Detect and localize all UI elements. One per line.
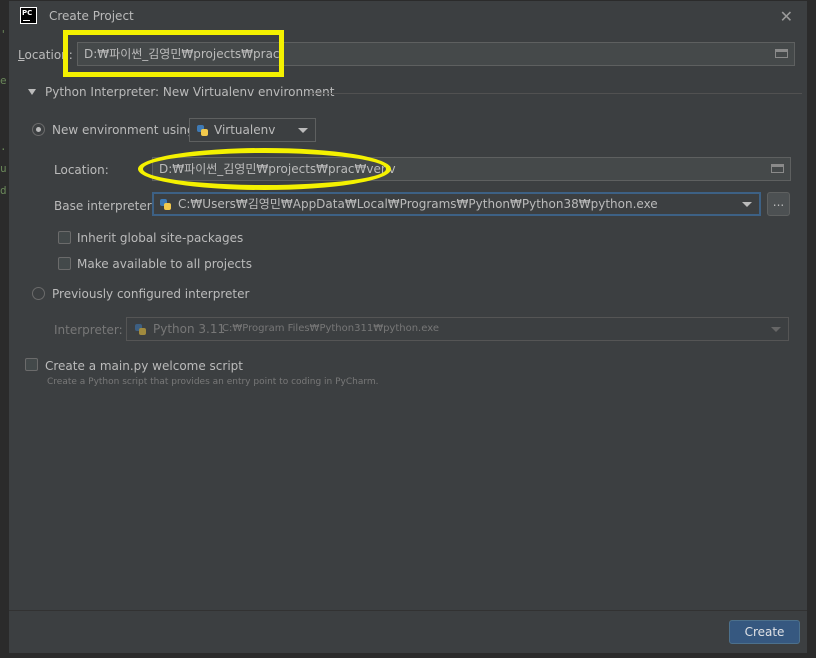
editor-char: . — [0, 140, 7, 153]
interpreter-combo[interactable]: Python 3.11 C:₩Program Files₩Python311₩p… — [126, 317, 789, 341]
make-available-label[interactable]: Make available to all projects — [77, 257, 252, 271]
interpreter-label: Interpreter: — [54, 323, 123, 337]
editor-char: u — [0, 162, 7, 175]
create-project-dialog: PC Create Project ✕ Location: D:₩파이썬_김영민… — [8, 0, 808, 654]
inherit-packages-checkbox[interactable] — [58, 231, 71, 244]
interpreter-section-header[interactable]: Python Interpreter: New Virtualenv envir… — [28, 84, 802, 102]
welcome-script-checkbox[interactable] — [25, 358, 38, 371]
create-button[interactable]: Create — [729, 620, 800, 644]
environment-tool-value: Virtualenv — [214, 123, 276, 137]
welcome-script-label[interactable]: Create a main.py welcome script — [45, 359, 243, 373]
interpreter-section-title: Python Interpreter: New Virtualenv envir… — [45, 85, 335, 99]
environment-tool-combo[interactable]: Virtualenv — [189, 118, 316, 142]
caret-down-icon — [742, 202, 752, 207]
base-interpreter-label: Base interpreter: — [54, 199, 156, 213]
browse-interpreter-button[interactable]: ... — [767, 192, 790, 216]
dialog-title: Create Project — [49, 9, 134, 23]
title-bar: PC Create Project ✕ — [9, 1, 807, 31]
python-icon — [159, 198, 172, 211]
editor-char: d — [0, 184, 7, 197]
close-icon[interactable]: ✕ — [780, 7, 793, 26]
caret-down-icon — [298, 128, 308, 133]
base-interpreter-value: C:₩Users₩김영민₩AppData₩Local₩Programs₩Pyth… — [178, 197, 658, 211]
footer-divider — [9, 610, 807, 611]
inherit-packages-label[interactable]: Inherit global site-packages — [77, 231, 243, 245]
welcome-script-hint: Create a Python script that provides an … — [47, 377, 379, 387]
python-icon — [134, 323, 147, 336]
venv-location-label: Location: — [54, 163, 109, 177]
section-divider — [310, 93, 802, 94]
highlight-ellipse — [138, 148, 391, 190]
base-interpreter-combo[interactable]: C:₩Users₩김영민₩AppData₩Local₩Programs₩Pyth… — [152, 192, 761, 216]
interpreter-path: C:₩Program Files₩Python311₩python.exe — [222, 323, 439, 334]
highlight-rectangle — [63, 30, 284, 77]
previous-interpreter-label[interactable]: Previously configured interpreter — [52, 287, 249, 301]
collapse-triangle-icon[interactable] — [28, 89, 36, 95]
editor-char: ' — [0, 28, 7, 41]
interpreter-name: Python 3.11 — [153, 322, 226, 336]
editor-char: e — [0, 74, 7, 87]
folder-icon[interactable] — [775, 49, 788, 58]
python-icon — [196, 124, 209, 137]
new-environment-label[interactable]: New environment using — [52, 123, 195, 137]
folder-icon[interactable] — [771, 164, 784, 173]
pycharm-icon: PC — [20, 7, 37, 24]
caret-down-icon — [771, 327, 781, 332]
make-available-checkbox[interactable] — [58, 257, 71, 270]
previous-interpreter-radio[interactable] — [32, 287, 45, 300]
new-environment-radio[interactable] — [32, 123, 45, 136]
